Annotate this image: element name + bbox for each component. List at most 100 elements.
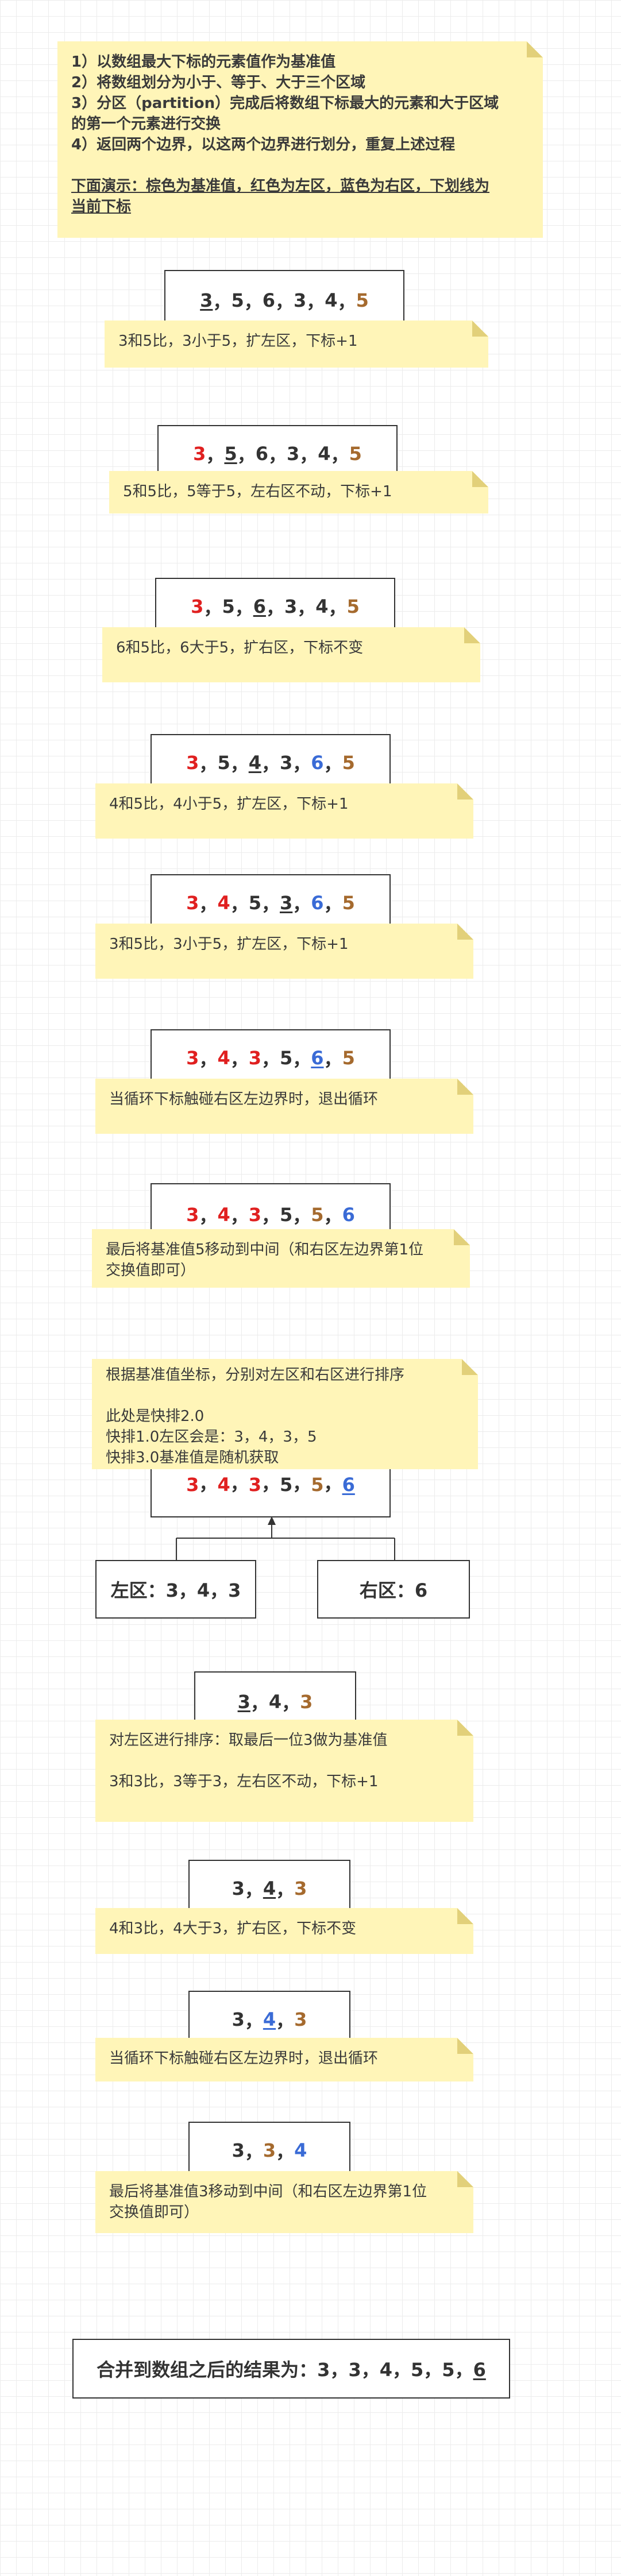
array-element: 5 [346, 596, 360, 617]
array-element: 3 [186, 1204, 199, 1226]
note-line: 6和5比，6大于5，扩右区，下标不变 [116, 639, 364, 656]
array-element: 4 [325, 289, 338, 311]
array-separator: ， [323, 753, 342, 775]
result-prefix: 合并到数组之后的结果为： [97, 2359, 318, 2381]
array-box: 3， 5， 6， 3， 4， 5 [155, 578, 395, 635]
array-element: 5 [442, 2359, 455, 2381]
array-element: 3 [263, 2139, 276, 2161]
array-separator: ， [261, 753, 280, 775]
array-separator: ， [292, 893, 311, 915]
array-element: 4 [379, 2359, 392, 2381]
array-separator: ， [265, 597, 284, 619]
intro-line: 4）返回两个边界，以这两个边界进行划分，重复上述过程 [71, 136, 456, 153]
note-line: 4和5比，4小于5，扩左区，下标+1 [109, 795, 349, 813]
note-line: 3和3比，3等于3，左右区不动，下标+1 [109, 1773, 379, 1790]
array-element: 4 [217, 1474, 230, 1496]
array-separator: ， [292, 1205, 311, 1227]
array-element: 3 [191, 596, 204, 617]
array-separator: ， [213, 291, 232, 312]
array-element: 4 [248, 752, 261, 774]
intro-line: 1）以数组最大下标的元素值作为基准值 [71, 53, 336, 71]
array-separator: ， [268, 444, 287, 466]
array-element: 6 [262, 289, 275, 311]
array-element: 4 [217, 1047, 230, 1069]
note-line: 4和3比，4大于3，扩右区，下标不变 [109, 1920, 357, 1937]
array-element: 6 [311, 892, 324, 914]
array-element: 3 [186, 752, 199, 774]
note-line: 此处是快排2.0 [106, 1408, 205, 1425]
array-separator: ， [454, 2359, 473, 2381]
array-element: 5 [311, 1474, 324, 1496]
array-element: 3 [186, 1047, 199, 1069]
array-separator: ， [281, 1692, 300, 1714]
array-separator: ， [250, 1692, 269, 1714]
array-element: 5 [311, 1204, 324, 1226]
array-element: 4 [263, 2009, 276, 2030]
array-element: 5 [217, 752, 230, 774]
array-element: 4 [217, 892, 230, 914]
array-separator: ， [203, 597, 222, 619]
array-element: 5 [356, 289, 369, 311]
note-line: 最后将基准值5移动到中间（和右区左边界第1位 [106, 1241, 424, 1258]
note-line: 当循环下标触碰右区左边界时，退出循环 [109, 1091, 379, 1108]
array-element: 3 [300, 1691, 313, 1713]
array-separator: ， [337, 291, 356, 312]
array-separator: ， [297, 597, 316, 619]
array-element: 5 [248, 892, 261, 914]
array-separator: ， [323, 1205, 342, 1227]
array-separator: ， [199, 1473, 218, 1494]
array-separator: ， [244, 1879, 263, 1901]
note-line: 对左区进行排序：取最后一位3做为基准值 [109, 1732, 388, 1749]
note-line: 3和5比，3小于5，扩左区，下标+1 [109, 936, 349, 953]
array-separator: ， [276, 2010, 295, 2032]
array-separator: ， [230, 893, 249, 915]
array-box: 3， 4， 5， 3， 6， 5 [151, 874, 391, 932]
array-element: 3 [280, 892, 293, 914]
step-note: 4和5比，4小于5，扩左区，下标+1 [95, 783, 473, 839]
array-separator: ， [323, 1048, 342, 1070]
array-element: 3 [193, 443, 206, 465]
array-element: 5 [342, 892, 355, 914]
array-element: 3 [232, 2009, 245, 2030]
array-element: 6 [311, 752, 324, 774]
note-line [106, 1385, 464, 1406]
array-element: 6 [473, 2359, 486, 2381]
array-element: 3 [294, 1878, 307, 1899]
array-element: 3 [237, 1691, 250, 1713]
note-line: 3和5比，3小于5，扩左区，下标+1 [118, 333, 358, 350]
array-separator: ， [276, 2141, 295, 2162]
array-element: 3 [287, 443, 300, 465]
intro-line: 的第一个元素进行交换 [71, 115, 221, 133]
array-element: 3 [248, 1047, 261, 1069]
array-element: 6 [255, 443, 268, 465]
array-element: 5 [411, 2359, 424, 2381]
array-separator: ， [330, 2359, 349, 2381]
array-separator: ， [292, 753, 311, 775]
note-line: 根据基准值坐标，分别对左区和右区进行排序 [106, 1366, 405, 1384]
array-element: 3 [294, 289, 307, 311]
step-note: 当循环下标触碰右区左边界时，退出循环 [95, 2038, 473, 2081]
array-separator: ， [261, 1205, 280, 1227]
note-line [109, 1751, 460, 1771]
array-element: 4 [315, 596, 329, 617]
array-element: 3 [317, 2359, 330, 2381]
array-separator: ， [392, 2359, 411, 2381]
array-separator: ， [261, 1473, 280, 1494]
array-element: 6 [311, 1047, 324, 1069]
array-element: 3 [232, 2139, 245, 2161]
array-element: 4 [217, 1204, 230, 1226]
array-element: 5 [280, 1474, 293, 1496]
split-note: 根据基准值坐标，分别对左区和右区进行排序 此处是快排2.0 快排1.0左区会是：3，… [92, 1359, 478, 1469]
array-separator: ， [244, 2010, 263, 2032]
array-separator: ， [261, 1048, 280, 1070]
note-line: 最后将基准值3移动到中间（和右区左边界第1位 [109, 2183, 427, 2200]
array-element: 4 [263, 1878, 276, 1899]
array-separator: ， [206, 444, 225, 466]
array-element: 3 [294, 2009, 307, 2030]
array-separator: ， [323, 893, 342, 915]
intro-line: 3）分区（partition）完成后将数组下标最大的元素和大于区域 [71, 95, 499, 112]
intro-line: 2）将数组划分为小于、等于、大于三个区域 [71, 74, 366, 91]
array-separator: ， [237, 444, 256, 466]
array-separator: ， [244, 291, 263, 312]
array-element: 6 [342, 1204, 355, 1226]
